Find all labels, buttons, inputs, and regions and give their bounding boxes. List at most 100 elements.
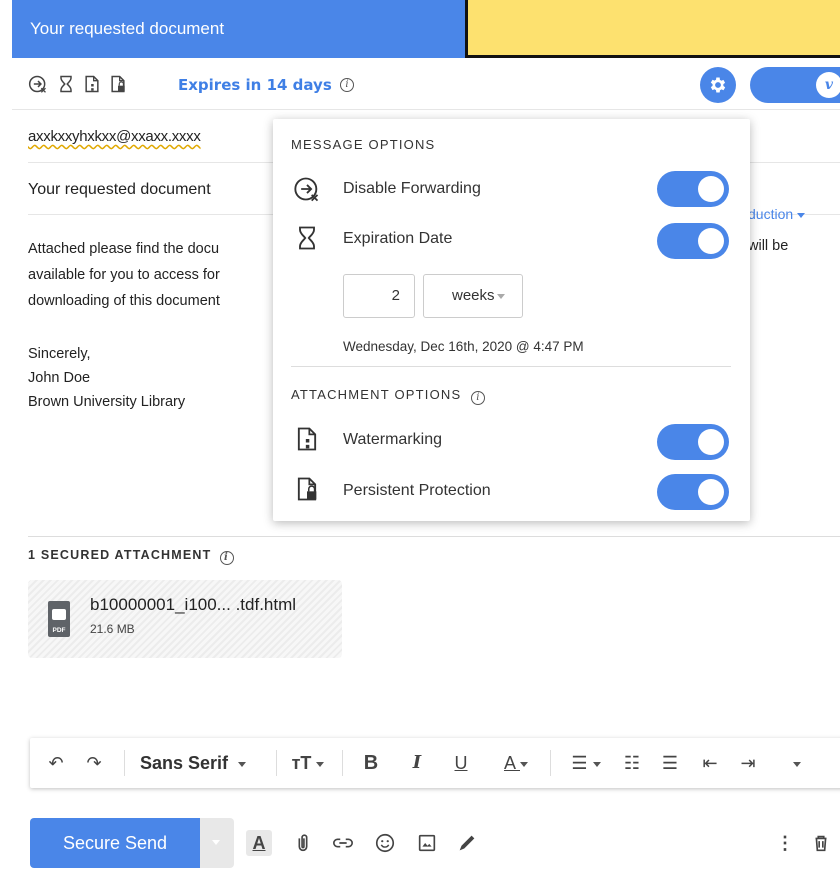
font-family-select[interactable]: Sans Serif xyxy=(140,753,247,774)
attach-file-icon[interactable] xyxy=(290,830,316,856)
body-fragment: will be xyxy=(748,238,789,254)
disable-forwarding-icon[interactable] xyxy=(28,74,48,94)
emoji-icon[interactable] xyxy=(372,830,398,856)
persistent-protection-label: Persistent Protection xyxy=(343,482,491,499)
attachment-options-heading: ATTACHMENT OPTIONS i xyxy=(291,387,486,405)
caret-down-icon xyxy=(496,293,505,299)
gear-icon xyxy=(710,77,726,93)
formatting-options-icon[interactable]: A xyxy=(246,830,272,856)
undo-icon[interactable]: ↶ xyxy=(44,751,68,775)
separator xyxy=(276,750,277,776)
expiry-unit-value: weeks xyxy=(452,287,495,304)
delete-icon[interactable] xyxy=(808,830,834,856)
watermark-icon[interactable] xyxy=(82,74,102,94)
disable-forwarding-toggle[interactable] xyxy=(657,171,729,207)
divider xyxy=(291,366,731,367)
toggle-knob xyxy=(698,429,724,455)
insert-link-icon[interactable] xyxy=(330,830,356,856)
watermark-icon xyxy=(293,425,321,453)
expiration-date-label: Expiration Date xyxy=(343,230,453,247)
file-type-label: PDF xyxy=(52,627,66,634)
indent-less-icon[interactable]: ⇤ xyxy=(698,751,722,775)
body-line: Attached please find the docu xyxy=(28,241,220,257)
bulleted-list-icon[interactable]: ☰ xyxy=(658,751,682,775)
watermarking-toggle[interactable] xyxy=(657,424,729,460)
expiry-datetime: Wednesday, Dec 16th, 2020 @ 4:47 PM xyxy=(343,339,584,354)
signature-pen-icon[interactable] xyxy=(454,830,480,856)
subject-field[interactable]: Your requested document xyxy=(28,181,211,199)
signature-line: Sincerely, xyxy=(28,346,91,362)
message-body[interactable]: Attached please find the docu available … xyxy=(28,236,220,314)
attachments-heading-label: 1 SECURED ATTACHMENT xyxy=(28,548,212,562)
formatting-toolbar: ↶ ↷ Sans Serif тT B I U A ☰ ☷ ☰ ⇤ ⇥ xyxy=(30,738,840,788)
watermarking-label: Watermarking xyxy=(343,431,442,448)
numbered-list-icon[interactable]: ☷ xyxy=(620,751,644,775)
caret-down-icon xyxy=(797,212,806,218)
hourglass-icon[interactable] xyxy=(56,74,76,94)
attachments-heading: 1 SECURED ATTACHMENT i xyxy=(28,548,234,565)
insert-photo-icon[interactable] xyxy=(414,830,440,856)
redo-icon[interactable]: ↷ xyxy=(82,751,106,775)
lock-icon xyxy=(52,609,66,620)
signature-line: John Doe xyxy=(28,370,91,386)
more-options-icon[interactable]: ⋮ xyxy=(772,830,798,856)
bold-icon[interactable]: B xyxy=(360,751,382,775)
underline-icon[interactable]: U xyxy=(450,751,472,775)
send-options-dropdown[interactable] xyxy=(200,818,234,868)
toggle-knob xyxy=(698,176,724,202)
separator xyxy=(342,750,343,776)
separator xyxy=(550,750,551,776)
sticky-note xyxy=(465,0,840,58)
recipient-address[interactable]: axxkxxyhxkxx@xxaxx.xxxx xyxy=(28,128,201,145)
toggle-knob xyxy=(698,228,724,254)
italic-icon[interactable]: I xyxy=(406,751,428,775)
caret-down-icon xyxy=(238,761,247,767)
toggle-knob: v xyxy=(816,72,840,98)
signature: Sincerely, John Doe Brown University Lib… xyxy=(28,342,185,414)
caret-down-icon xyxy=(520,761,528,767)
text-color-icon[interactable]: A xyxy=(494,751,538,775)
divider xyxy=(28,536,840,537)
secure-options-bar: Expires in 14 days i v xyxy=(12,58,840,110)
expires-info-icon[interactable]: i xyxy=(340,78,354,92)
separator xyxy=(124,750,125,776)
attachment-options-info-icon[interactable]: i xyxy=(471,391,486,405)
disable-forwarding-icon xyxy=(293,175,321,203)
introduction-dropdown[interactable]: duction xyxy=(748,206,806,222)
expiration-date-toggle[interactable] xyxy=(657,223,729,259)
pdf-file-icon: PDF xyxy=(48,601,70,637)
font-size-icon[interactable]: тT xyxy=(288,751,328,775)
message-options-heading: MESSAGE OPTIONS xyxy=(291,137,436,152)
more-formatting-icon[interactable] xyxy=(782,751,812,775)
attachments-info-icon[interactable]: i xyxy=(219,551,234,565)
secure-mode-toggle[interactable]: v xyxy=(750,67,840,103)
toggle-knob xyxy=(698,479,724,505)
hourglass-icon xyxy=(293,224,321,252)
body-line: downloading of this document xyxy=(28,293,220,309)
persistent-protection-icon[interactable] xyxy=(108,74,128,94)
introduction-label: duction xyxy=(748,206,794,222)
caret-down-icon xyxy=(212,840,220,845)
font-family-label: Sans Serif xyxy=(140,753,229,773)
secure-send-button[interactable]: Secure Send xyxy=(30,818,200,868)
attachment-name: b10000001_i100... .tdf.html xyxy=(90,595,297,614)
attachment-chip[interactable]: PDF b10000001_i100... .tdf.html 21.6 MB xyxy=(28,580,342,658)
settings-button[interactable] xyxy=(700,67,736,103)
compose-title: Your requested document xyxy=(30,19,225,38)
attachment-options-label: ATTACHMENT OPTIONS xyxy=(291,387,462,402)
persistent-protection-toggle[interactable] xyxy=(657,474,729,510)
expiry-unit-select[interactable]: weeks xyxy=(423,274,523,318)
indent-more-icon[interactable]: ⇥ xyxy=(736,751,760,775)
compose-window: Your requested document Expires in 14 da… xyxy=(0,0,840,883)
caret-down-icon xyxy=(316,761,325,767)
align-icon[interactable]: ☰ xyxy=(564,751,608,775)
security-options-popover: MESSAGE OPTIONS Disable Forwarding Expir… xyxy=(273,119,750,521)
expires-link[interactable]: Expires in 14 days xyxy=(178,76,332,94)
body-line: available for you to access for xyxy=(28,267,220,283)
attachment-size: 21.6 MB xyxy=(90,622,135,636)
disable-forwarding-label: Disable Forwarding xyxy=(343,180,481,197)
signature-line: Brown University Library xyxy=(28,394,186,410)
expiry-amount-input[interactable]: 2 xyxy=(343,274,415,318)
caret-down-icon xyxy=(592,761,601,767)
persistent-protection-icon xyxy=(293,475,321,503)
